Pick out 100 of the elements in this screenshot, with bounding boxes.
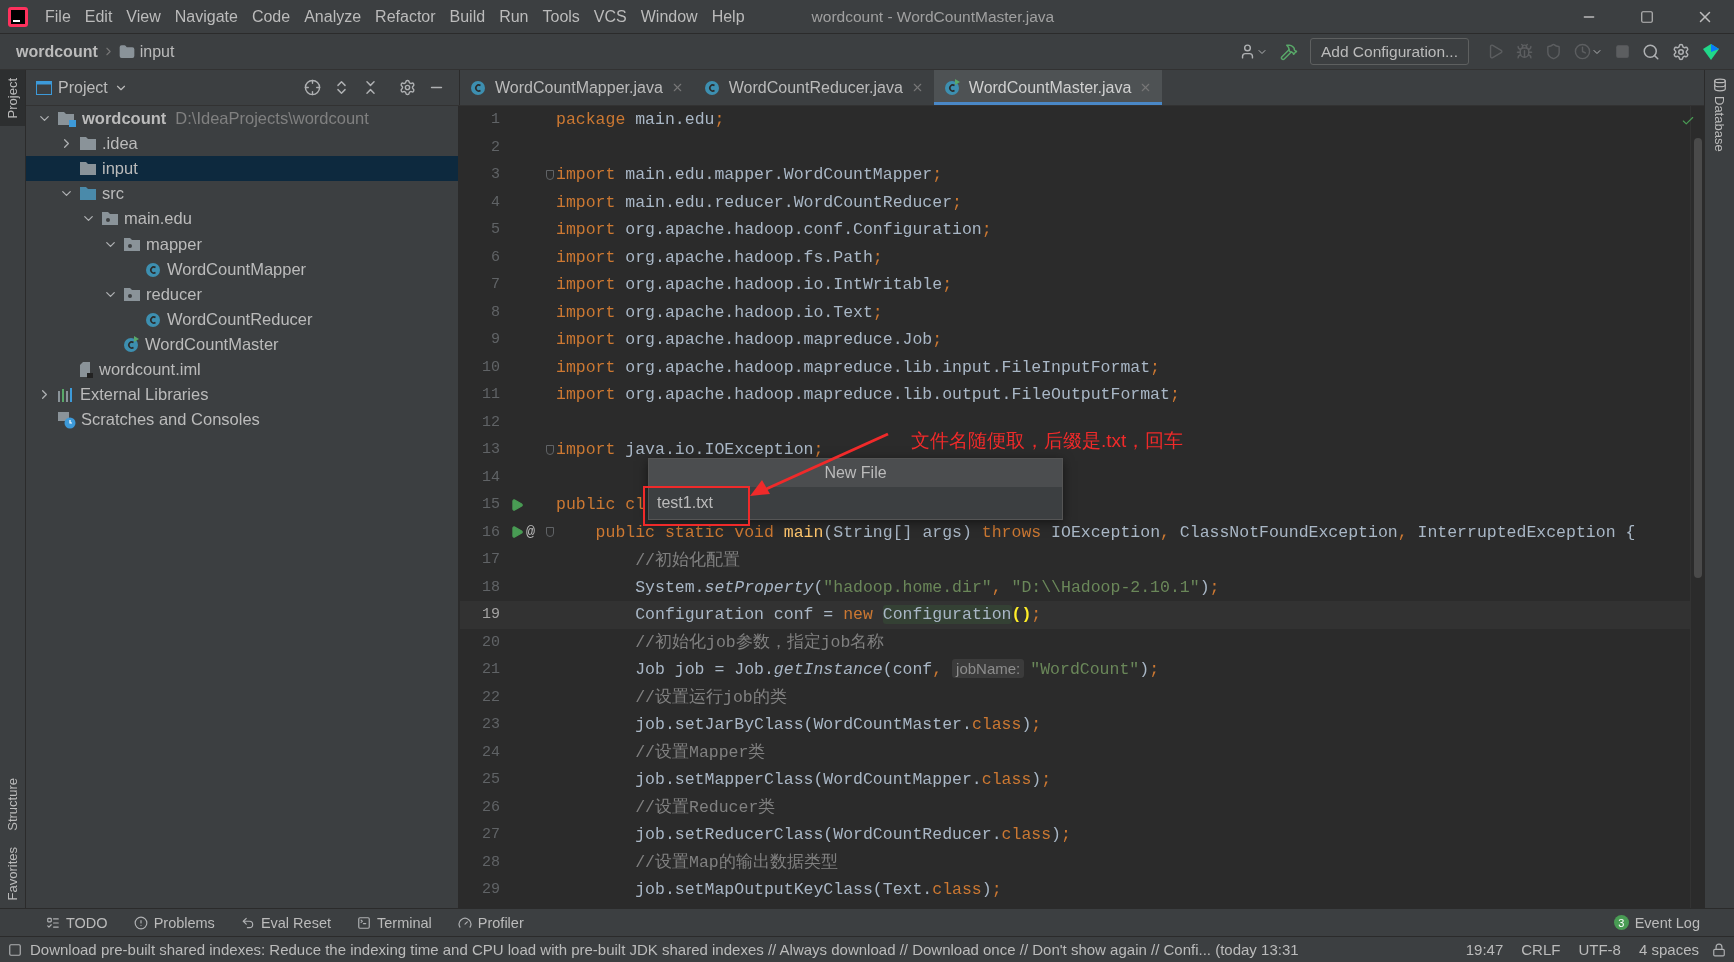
search-icon[interactable]: [1642, 42, 1660, 61]
status-item[interactable]: 4 spaces: [1633, 941, 1704, 958]
package-folder-icon: [123, 286, 141, 302]
package-folder-icon: [101, 211, 119, 227]
hammer-icon[interactable]: [1280, 42, 1298, 61]
module-file-icon: [79, 361, 94, 378]
popup-title: New File: [649, 459, 1062, 487]
menu-item[interactable]: VCS: [586, 7, 634, 26]
menu-item[interactable]: Analyze: [297, 7, 369, 26]
lock-icon[interactable]: [1712, 942, 1726, 957]
menu-item[interactable]: Refactor: [368, 7, 443, 26]
run-icon[interactable]: [510, 525, 524, 540]
line-number: 3: [490, 166, 500, 184]
code-line: //初始化job参数，指定job名称: [634, 631, 885, 654]
plugin-logo-icon[interactable]: [1702, 42, 1720, 61]
tree-item[interactable]: reducer: [26, 281, 458, 307]
menu-item[interactable]: Code: [244, 7, 298, 26]
code-line: System.setProperty("hadoop.home.dir", "D:\\Hadoop-2.10.1");: [634, 577, 1220, 597]
user-icon[interactable]: [1239, 43, 1256, 60]
tool-window-tab[interactable]: Favorites: [0, 838, 25, 908]
maximize-icon[interactable]: [1640, 9, 1654, 24]
menu-item[interactable]: Edit: [77, 7, 120, 26]
file-name-field[interactable]: test1.txt: [649, 487, 1062, 519]
tree-item[interactable]: External Libraries: [26, 382, 458, 408]
menu-item[interactable]: Navigate: [167, 7, 245, 26]
editor-tab[interactable]: WordCountMapper.java: [460, 70, 694, 105]
locate-icon[interactable]: [304, 79, 321, 96]
class-icon: [470, 79, 487, 96]
gutter-marker[interactable]: @: [526, 523, 535, 541]
line-number: 1: [490, 111, 500, 129]
code-line: //初始化配置: [634, 549, 741, 571]
code-line: job.setMapperClass(WordCountMapper.class);: [634, 770, 1052, 790]
tool-window-tab[interactable]: Structure: [0, 769, 25, 839]
tool-window-button[interactable]: Eval Reset: [230, 914, 341, 931]
tree-item[interactable]: main.edu: [26, 206, 458, 232]
menu-item[interactable]: Help: [704, 7, 752, 26]
count-badge: 3: [1613, 915, 1629, 930]
settings-icon[interactable]: [399, 79, 416, 96]
code-line: //设置Map的输出数据类型: [634, 852, 838, 874]
event-log-button[interactable]: 3 Event Log: [1603, 914, 1710, 931]
line-number: 19: [481, 606, 500, 624]
tool-window-tab[interactable]: Database: [1705, 70, 1734, 160]
annotation-text: 文件名随便取，后缀是.txt，回车: [911, 429, 1184, 453]
tree-item[interactable]: Scratches and Consoles: [26, 407, 458, 433]
status-message[interactable]: Download pre-built shared indexes: Reduce the indexing time and CPU load with pre-built JDK shared indexes // Always download // Download once // Don't show again // Confi... (today 13:31: [30, 941, 1453, 958]
folder-icon: [118, 43, 135, 60]
code-line: job.setJarByClass(WordCountMaster.class);: [634, 715, 1042, 735]
tree-item[interactable]: WordCountReducer: [26, 306, 458, 332]
tree-item[interactable]: WordCountMaster: [26, 331, 458, 357]
tree-item[interactable]: WordCountMapper: [26, 256, 458, 282]
tree-item[interactable]: input: [26, 156, 458, 182]
tree-item[interactable]: .idea: [26, 131, 458, 157]
code-line: import org.apache.hadoop.io.Text;: [556, 302, 883, 322]
line-number: 10: [481, 358, 500, 376]
status-item[interactable]: UTF-8: [1573, 941, 1626, 958]
tree-item[interactable]: wordcount D:\IdeaProjects\wordcount: [26, 106, 458, 132]
panel-toggle-icon[interactable]: [8, 942, 22, 957]
tool-window-button[interactable]: Terminal: [347, 914, 442, 931]
scrollbar-thumb[interactable]: [1694, 138, 1702, 578]
runnable-class-icon: [943, 79, 961, 96]
status-item[interactable]: CRLF: [1516, 941, 1566, 958]
breadcrumb[interactable]: input: [118, 42, 175, 61]
code-line: import org.apache.hadoop.mapreduce.lib.output.FileOutputFormat;: [556, 385, 1180, 405]
menu-item[interactable]: File: [38, 7, 78, 26]
line-number: 21: [481, 661, 500, 679]
runnable-class-icon: [123, 335, 140, 353]
line-number: 18: [481, 578, 500, 596]
module-folder-icon: [57, 110, 77, 128]
editor-tab[interactable]: WordCountMaster.java: [933, 70, 1163, 105]
class-icon: [145, 260, 162, 278]
project-view-selector[interactable]: Project: [36, 78, 128, 97]
status-item[interactable]: 19:47: [1460, 941, 1509, 958]
settings-icon[interactable]: [1672, 42, 1690, 61]
menu-item[interactable]: View: [119, 7, 168, 26]
folder-icon: [79, 161, 97, 177]
breadcrumb[interactable]: wordcount: [16, 42, 98, 61]
undo-icon: [240, 915, 255, 930]
code-line: job.setReducerClass(WordCountReducer.class);: [634, 825, 1071, 845]
line-number: 7: [490, 276, 500, 294]
tree-item[interactable]: wordcount.iml: [26, 356, 458, 383]
tree-item[interactable]: src: [26, 181, 458, 207]
list-icon: [46, 915, 60, 930]
code-line: //设置运行job的类: [634, 687, 787, 709]
tool-window-button[interactable]: Profiler: [447, 914, 534, 931]
tool-window-button[interactable]: Problems: [123, 914, 225, 931]
tool-window-button[interactable]: TODO: [36, 914, 118, 931]
tool-window-tab[interactable]: Project: [0, 70, 25, 127]
tree-item[interactable]: mapper: [26, 231, 458, 257]
editor-tab[interactable]: WordCountReducer.java: [693, 70, 934, 105]
menu-item[interactable]: Tools: [535, 7, 587, 26]
menu-item[interactable]: Run: [492, 7, 536, 26]
run-configuration-button[interactable]: Add Configuration...: [1310, 38, 1469, 65]
menu-item[interactable]: Build: [442, 7, 493, 26]
line-number: 11: [481, 386, 500, 404]
class-icon: [703, 79, 721, 96]
run-icon[interactable]: [510, 497, 524, 512]
line-number: 28: [481, 853, 500, 871]
menu-item[interactable]: Window: [633, 7, 705, 26]
line-number: 15: [481, 496, 500, 514]
gauge-icon: [457, 915, 472, 930]
